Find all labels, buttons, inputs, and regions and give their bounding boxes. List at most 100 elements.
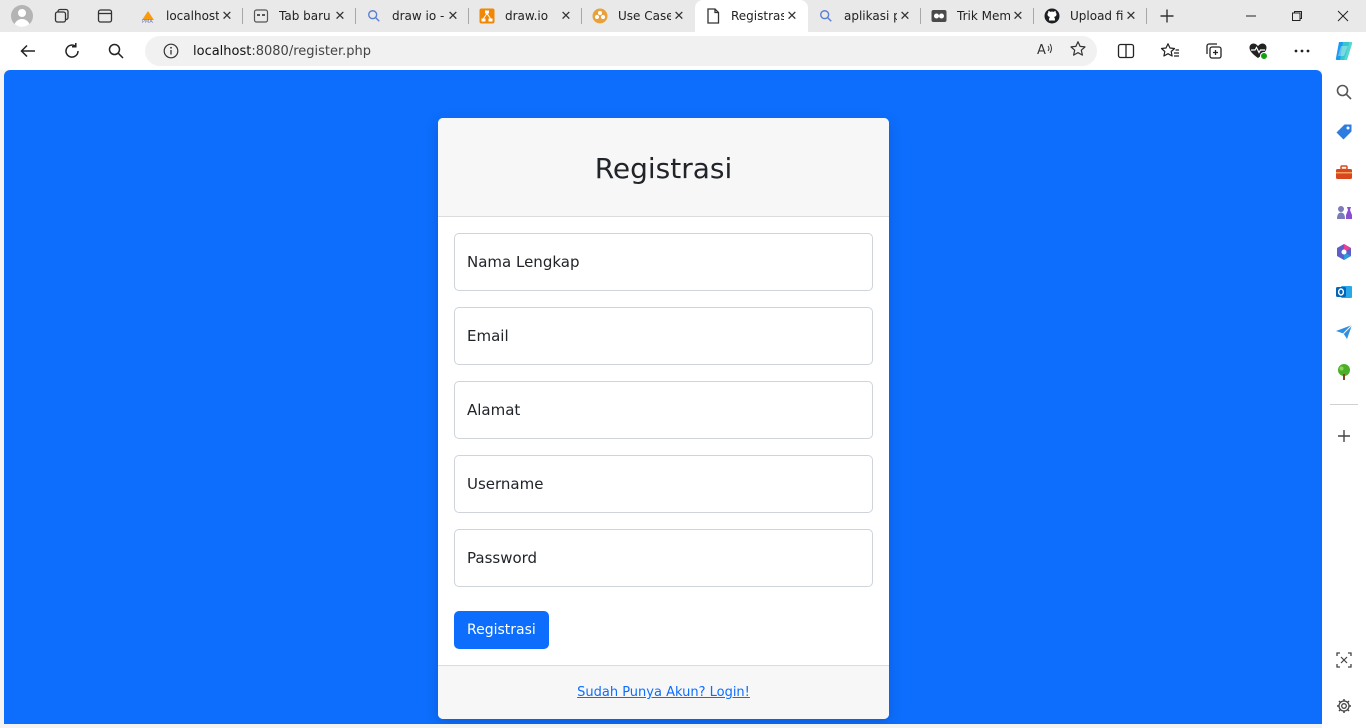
page-title: Registrasi (594, 151, 733, 185)
address-toolbar: localhost:8080/register.php A (0, 32, 1322, 70)
email-field[interactable] (454, 307, 873, 365)
tag-icon (1336, 124, 1352, 140)
tab-new-tab[interactable]: Tab baru ✕ (243, 0, 356, 32)
page-viewport: Registrasi Registrasi Sudah Punya Akun? … (4, 70, 1322, 724)
arrow-left-icon (20, 44, 35, 58)
tab-label: Upload fi (1070, 9, 1123, 23)
close-tab-icon[interactable]: ✕ (219, 8, 235, 24)
sidebar-add-button[interactable] (1322, 416, 1366, 456)
tab-drawio[interactable]: draw.io ✕ (469, 0, 582, 32)
sidebar-games-button[interactable] (1322, 192, 1366, 232)
screenshot-icon (1336, 652, 1352, 668)
sidebar-tree-button[interactable] (1322, 352, 1366, 392)
workspaces-icon (54, 8, 69, 23)
gear-icon (1337, 699, 1351, 713)
close-tab-icon[interactable]: ✕ (671, 8, 687, 24)
tab-strip: PMA localhost ✕ Tab baru ✕ draw io - ✕ d… (0, 0, 1366, 32)
favorites-button[interactable] (1148, 32, 1192, 70)
close-tab-icon[interactable]: ✕ (332, 8, 348, 24)
username-field[interactable] (454, 455, 873, 513)
close-tab-icon[interactable]: ✕ (558, 8, 574, 24)
collections-button[interactable] (1192, 32, 1236, 70)
tab-use-case[interactable]: Use Case ✕ (582, 0, 695, 32)
sidebar-divider (1330, 404, 1358, 405)
close-tab-icon[interactable]: ✕ (1010, 8, 1026, 24)
edge-sidebar (1322, 32, 1366, 728)
sidebar-search-button[interactable] (1322, 72, 1366, 112)
collections-icon (1206, 43, 1222, 59)
minimize-button[interactable] (1228, 0, 1274, 32)
restore-button[interactable] (1274, 0, 1320, 32)
search-icon (108, 43, 124, 59)
login-link[interactable]: Sudah Punya Akun? Login! (577, 685, 750, 700)
page-icon (705, 8, 721, 24)
tab-upload[interactable]: Upload fi ✕ (1034, 0, 1147, 32)
back-button[interactable] (6, 32, 50, 70)
svg-text:PMA: PMA (142, 19, 153, 24)
toolbox-icon (1336, 165, 1352, 179)
nama-lengkap-field[interactable] (454, 233, 873, 291)
sidebar-outlook-button[interactable] (1322, 272, 1366, 312)
tab-aplikasi-search[interactable]: aplikasi p ✕ (808, 0, 921, 32)
paper-plane-icon (1336, 324, 1353, 339)
register-form: Registrasi (438, 217, 889, 649)
tab-localhost[interactable]: PMA localhost ✕ (130, 0, 243, 32)
tab-label: aplikasi p (844, 9, 897, 23)
refresh-icon (65, 43, 79, 58)
workspaces-button[interactable] (44, 0, 80, 32)
copilot-button[interactable] (1322, 32, 1366, 70)
alamat-field[interactable] (454, 381, 873, 439)
read-aloud-icon[interactable]: A (1037, 41, 1055, 61)
sidebar-screenshot-button[interactable] (1322, 640, 1366, 680)
password-field[interactable] (454, 529, 873, 587)
new-tab-button[interactable] (1147, 0, 1187, 32)
search-button[interactable] (94, 32, 138, 70)
tab-registrasi[interactable]: Registrasi ✕ (695, 0, 808, 32)
url-host: localhost (193, 43, 252, 59)
omnibox-actions: A (1037, 36, 1087, 66)
register-card: Registrasi Registrasi Sudah Punya Akun? … (438, 118, 889, 719)
plus-icon (1338, 430, 1350, 442)
drawio-icon (479, 8, 495, 24)
restore-icon (1292, 11, 1302, 21)
sidebar-settings-button[interactable] (1322, 686, 1366, 726)
sidebar-shopping-button[interactable] (1322, 112, 1366, 152)
url-path: :8080/register.php (251, 43, 372, 59)
heart-pulse-icon (1249, 43, 1268, 60)
favorite-star-icon[interactable] (1069, 40, 1087, 62)
sidebar-tools-button[interactable] (1322, 152, 1366, 192)
newtab-icon (253, 8, 269, 24)
sidebar-m365-button[interactable] (1322, 232, 1366, 272)
card-footer: Sudah Punya Akun? Login! (438, 665, 889, 719)
card-header: Registrasi (438, 118, 889, 217)
toolbar-actions (1104, 32, 1324, 70)
minimize-icon (1246, 15, 1256, 17)
video-icon (931, 8, 947, 24)
sidebar-send-button[interactable] (1322, 312, 1366, 352)
favorites-icon (1160, 43, 1179, 57)
more-icon (1294, 49, 1310, 53)
close-tab-icon[interactable]: ✕ (1123, 8, 1139, 24)
close-tab-icon[interactable]: ✕ (445, 8, 461, 24)
tab-actions-button[interactable] (80, 0, 130, 32)
tab-trik[interactable]: Trik Mem ✕ (921, 0, 1034, 32)
tab-label: draw io - (392, 9, 445, 23)
close-window-button[interactable] (1320, 0, 1366, 32)
profile-button[interactable] (0, 0, 44, 32)
register-button[interactable]: Registrasi (454, 611, 549, 649)
tab-drawio-search[interactable]: draw io - ✕ (356, 0, 469, 32)
refresh-button[interactable] (50, 32, 94, 70)
tab-label: Trik Mem (957, 9, 1010, 23)
close-tab-icon[interactable]: ✕ (897, 8, 913, 24)
browser-essentials-button[interactable] (1236, 32, 1280, 70)
chess-piece-icon (1337, 206, 1352, 219)
tab-label: Use Case (618, 9, 671, 23)
tab-label: localhost (166, 9, 219, 23)
copilot-icon (1335, 42, 1353, 60)
tab-label: draw.io (505, 9, 549, 23)
more-menu-button[interactable] (1280, 32, 1324, 70)
split-screen-button[interactable] (1104, 32, 1148, 70)
close-tab-icon[interactable]: ✕ (784, 8, 800, 24)
search-icon (1336, 84, 1352, 100)
address-bar[interactable]: localhost:8080/register.php A (145, 36, 1097, 66)
